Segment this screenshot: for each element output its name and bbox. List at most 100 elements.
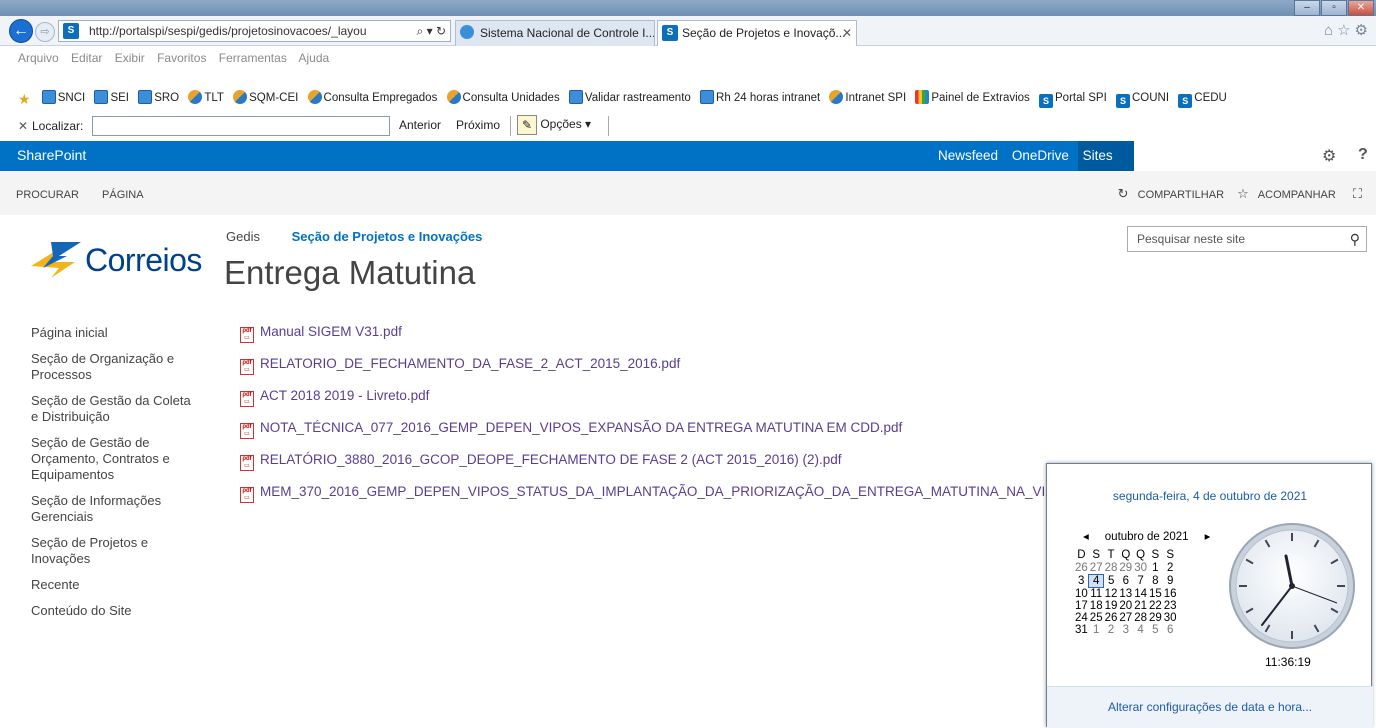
calendar-day[interactable]: 30 [1133, 562, 1148, 575]
calendar-day[interactable]: 25 [1089, 612, 1104, 624]
fav-consulta-empregados[interactable]: Consulta Empregados [307, 90, 437, 104]
calendar-day[interactable]: 2 [1104, 624, 1119, 636]
menu-exibir[interactable]: Exibir [115, 51, 145, 65]
menu-editar[interactable]: Editar [71, 51, 102, 65]
menu-arquivo[interactable]: Arquivo [18, 51, 59, 65]
fav-painel-extravios[interactable]: Painel de Extravios [915, 90, 1030, 104]
fav-sqm-cei[interactable]: SQM-CEI [233, 90, 298, 104]
calendar-day[interactable]: 26 [1104, 612, 1119, 624]
prev-month-icon[interactable]: ◂ [1083, 531, 1089, 543]
follow-button[interactable]: ACOMPANHAR [1258, 189, 1336, 201]
calendar-day[interactable]: 4 [1133, 624, 1148, 636]
gear-icon[interactable]: ⚙ [1322, 146, 1336, 166]
nav-item-informacoes[interactable]: Seção de Informações Gerenciais [31, 493, 191, 525]
tab-sistema-nacional[interactable]: Sistema Nacional de Controle I... [455, 20, 655, 46]
calendar-day[interactable]: 17 [1074, 600, 1089, 612]
calendar-day[interactable]: 1 [1148, 562, 1163, 575]
close-window-button[interactable]: ✕ [1348, 0, 1374, 16]
calendar-day[interactable]: 16 [1163, 588, 1178, 601]
tab-pagina[interactable]: PÁGINA [102, 189, 144, 201]
home-star-gear-icons[interactable]: ⌂☆⚙ [1324, 21, 1372, 39]
calendar-day[interactable]: 29 [1118, 562, 1133, 575]
fav-rh24[interactable]: Rh 24 horas intranet [700, 90, 820, 104]
site-search-input[interactable]: Pesquisar neste site ⚲ [1127, 226, 1367, 252]
fav-consulta-unidades[interactable]: Consulta Unidades [446, 90, 560, 104]
link-onedrive[interactable]: OneDrive [1012, 148, 1069, 163]
minimize-button[interactable]: – [1294, 0, 1320, 16]
find-input[interactable] [92, 116, 390, 136]
tab-secao-projetos[interactable]: S Seção de Projetos e Inovaçõ... ✕ [657, 20, 857, 46]
fav-validar-rastreamento[interactable]: Validar rastreamento [568, 90, 691, 104]
calendar-day[interactable]: 29 [1148, 612, 1163, 624]
nav-item-coleta[interactable]: Seção de Gestão da Coleta e Distribuição [31, 393, 191, 425]
calendar-day[interactable]: 15 [1148, 588, 1163, 601]
share-button[interactable]: COMPARTILHAR [1138, 189, 1224, 201]
breadcrumb-parent[interactable]: Gedis [226, 229, 260, 244]
highlight-pen-icon[interactable]: ✎ [517, 115, 537, 135]
help-icon[interactable]: ? [1358, 146, 1368, 164]
calendar-day[interactable]: 27 [1089, 562, 1104, 575]
maximize-button[interactable]: ▫ [1321, 0, 1347, 16]
calendar-day-today[interactable]: 4 [1088, 574, 1105, 588]
list-item[interactable]: pdf ▭ MEM_370_2016_GEMP_DEPEN_VIPOS_STATUS… [240, 484, 1117, 516]
link-sites[interactable]: Sites [1083, 148, 1113, 163]
list-item[interactable]: pdf ▭ RELATORIO_DE_FECHAMENTO_DA_FASE_2_AC… [240, 356, 1117, 388]
find-options-button[interactable]: ✎ Opções ▾ [517, 115, 591, 135]
calendar-day[interactable]: 7 [1133, 575, 1148, 588]
calendar-day[interactable]: 5 [1104, 575, 1119, 588]
month-label[interactable]: outubro de 2021 [1105, 531, 1189, 543]
fav-cedu[interactable]: S CEDU [1178, 92, 1227, 108]
menu-ajuda[interactable]: Ajuda [299, 51, 330, 65]
address-bar[interactable]: S http://portalspi/sespi/gedis/projetosi… [58, 20, 451, 42]
calendar-day[interactable]: 5 [1148, 624, 1163, 636]
close-find-icon[interactable]: ✕ [18, 119, 28, 133]
find-next-button[interactable]: Próximo [456, 118, 500, 132]
list-item[interactable]: pdf ▭ Manual SIGEM V31.pdf [240, 324, 1117, 356]
calendar-day[interactable]: 28 [1104, 562, 1119, 575]
fav-tlt[interactable]: TLT [188, 90, 224, 104]
calendar-day[interactable]: 23 [1163, 600, 1178, 612]
calendar-day[interactable]: 31 [1074, 624, 1089, 636]
list-item[interactable]: pdf ▭ RELATÓRIO_3880_2016_GCOP_DEOPE_FECHA… [240, 452, 1117, 484]
file-link[interactable]: Manual SIGEM V31.pdf [260, 324, 402, 339]
list-item[interactable]: pdf ▭ ACT 2018 2019 - Livreto.pdf [240, 388, 1117, 420]
calendar-day[interactable]: 26 [1074, 562, 1089, 575]
close-tab-icon[interactable]: ✕ [842, 21, 852, 45]
fav-sro[interactable]: SRO [138, 90, 179, 104]
calendar-day[interactable]: 20 [1118, 600, 1133, 612]
calendar-day[interactable]: 10 [1074, 588, 1089, 601]
forward-button[interactable]: ⇨ [35, 22, 55, 42]
calendar-day[interactable]: 8 [1148, 575, 1163, 588]
tab-procurar[interactable]: PROCURAR [16, 189, 79, 201]
calendar-day[interactable]: 19 [1104, 600, 1119, 612]
search-refresh-icon[interactable]: ⌕ ▾ ↻ [417, 21, 446, 41]
list-item[interactable]: pdf ▭ NOTA_TÉCNICA_077_2016_GEMP_DEPEN_VIP… [240, 420, 1117, 452]
correios-logo[interactable]: Correios [29, 236, 209, 284]
calendar-day[interactable]: 11 [1089, 588, 1104, 601]
file-link[interactable]: MEM_370_2016_GEMP_DEPEN_VIPOS_STATUS_DA_… [260, 484, 1117, 499]
calendar-day[interactable]: 28 [1133, 612, 1148, 624]
file-link[interactable]: ACT 2018 2019 - Livreto.pdf [260, 388, 429, 403]
calendar-day[interactable]: 9 [1163, 575, 1178, 588]
fav-couni[interactable]: S COUNI [1116, 92, 1169, 108]
nav-item-orcamento[interactable]: Seção de Gestão de Orçamento, Contratos … [31, 435, 191, 483]
nav-item-projetos[interactable]: Seção de Projetos e Inovações [31, 535, 191, 567]
calendar-day[interactable]: 18 [1089, 600, 1104, 612]
focus-content-icon[interactable]: ⛶ [1353, 186, 1362, 201]
calendar-day[interactable]: 3 [1118, 624, 1133, 636]
nav-item-pagina-inicial[interactable]: Página inicial [31, 325, 191, 341]
calendar-day[interactable]: 30 [1163, 612, 1178, 624]
change-datetime-link[interactable]: Alterar configurações de data e hora... [1047, 686, 1373, 728]
nav-item-conteudo[interactable]: Conteúdo do Site [31, 603, 191, 619]
fav-intranet-spi[interactable]: Intranet SPI [829, 90, 906, 104]
calendar-day[interactable]: 6 [1163, 624, 1178, 636]
sharepoint-brand[interactable]: SharePoint [17, 147, 86, 163]
calendar-day[interactable]: 12 [1104, 588, 1119, 601]
search-icon[interactable]: ⚲ [1350, 227, 1360, 251]
calendar-day[interactable]: 2 [1163, 562, 1178, 575]
calendar-day[interactable]: 14 [1133, 588, 1148, 601]
calendar-day[interactable]: 6 [1118, 575, 1133, 588]
file-link[interactable]: NOTA_TÉCNICA_077_2016_GEMP_DEPEN_VIPOS_E… [260, 420, 902, 435]
calendar-day[interactable]: 22 [1148, 600, 1163, 612]
calendar-day[interactable]: 13 [1118, 588, 1133, 601]
